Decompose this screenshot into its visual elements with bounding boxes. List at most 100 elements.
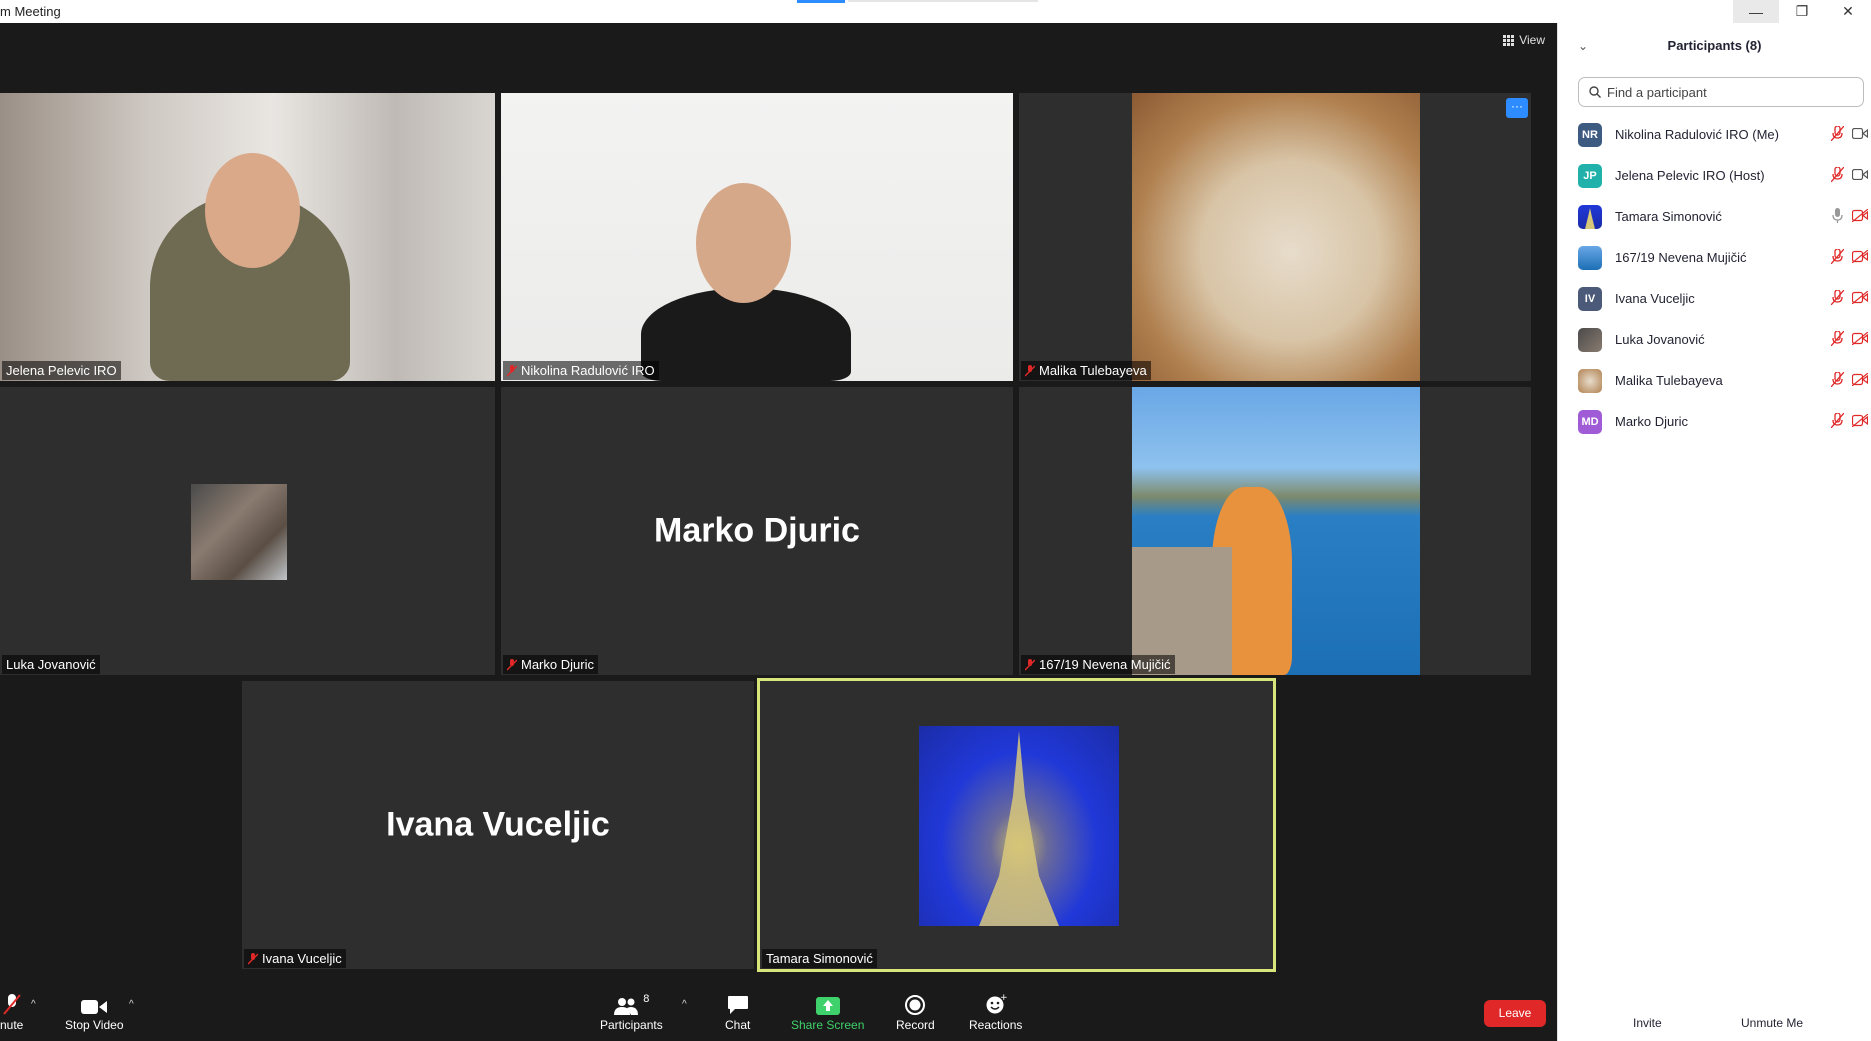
video-off-icon[interactable] — [1852, 250, 1868, 263]
video-tile-nevena[interactable]: 167/19 Nevena Mujičić — [1019, 387, 1531, 675]
participant-list: NR Nikolina Radulović IRO (Me) JP Jelena… — [1578, 114, 1868, 442]
view-label: View — [1519, 33, 1545, 47]
grid-icon — [1503, 34, 1515, 46]
unmute-label: nute — [0, 1018, 24, 1032]
mic-muted-icon[interactable] — [1831, 167, 1844, 182]
avatar: JP — [1578, 163, 1602, 188]
participant-display-name: Ivana Vuceljic — [386, 805, 610, 844]
avatar — [1578, 327, 1602, 352]
mic-muted-icon — [2, 994, 21, 1015]
video-tile-malika[interactable]: Malika Tulebayeva — [1019, 93, 1531, 381]
search-input[interactable] — [1607, 84, 1847, 100]
participant-row[interactable]: JP Jelena Pelevic IRO (Host) — [1578, 155, 1868, 196]
reaction-smiley-icon: + — [986, 993, 1007, 1014]
chat-button[interactable]: Chat — [725, 993, 750, 1032]
participant-row[interactable]: Malika Tulebayeva — [1578, 360, 1868, 401]
mic-icon[interactable] — [1831, 208, 1844, 223]
audio-options-caret[interactable]: ^ — [31, 999, 36, 1010]
tile-name-label: Marko Djuric — [503, 655, 598, 674]
participants-count: 8 — [643, 993, 650, 1005]
participants-options-caret[interactable]: ^ — [682, 999, 687, 1010]
tile-name-label: Malika Tulebayeva — [1021, 361, 1151, 380]
video-feed — [0, 93, 495, 381]
invite-button[interactable]: Invite — [1633, 1008, 1662, 1038]
avatar — [1578, 368, 1602, 393]
video-options-caret[interactable]: ^ — [129, 999, 134, 1010]
participant-name: Tamara Simonović — [1615, 209, 1722, 224]
record-label: Record — [896, 1018, 935, 1032]
mic-muted-icon[interactable] — [1831, 372, 1844, 387]
mic-muted-icon[interactable] — [1831, 331, 1844, 346]
profile-picture — [1132, 93, 1420, 381]
title-bar: m Meeting — ❐ ✕ — [0, 0, 1871, 23]
window-title: m Meeting — [0, 4, 61, 19]
tile-name-label: Luka Jovanović — [2, 655, 100, 674]
participant-row[interactable]: Tamara Simonović — [1578, 196, 1868, 237]
unmute-me-button[interactable]: Unmute Me — [1741, 1008, 1803, 1038]
share-screen-button[interactable]: Share Screen — [791, 993, 864, 1032]
mic-muted-icon[interactable] — [1831, 290, 1844, 305]
tab-indicator-track — [848, 0, 1038, 2]
tile-more-button[interactable]: ··· — [1506, 98, 1528, 118]
mic-muted-icon[interactable] — [1831, 413, 1844, 428]
video-camera-icon[interactable] — [1852, 128, 1868, 139]
person-head — [205, 153, 300, 268]
participant-search — [1578, 77, 1864, 107]
video-camera-icon[interactable] — [1852, 169, 1868, 180]
participant-name: Ivana Vuceljic — [1615, 291, 1695, 306]
participants-label: Participants — [600, 1018, 663, 1032]
video-camera-icon — [81, 1000, 108, 1014]
video-tile-jelena[interactable]: Jelena Pelevic IRO — [0, 93, 495, 381]
participant-row[interactable]: Luka Jovanović — [1578, 319, 1868, 360]
tile-name-label: Nikolina Radulović IRO — [503, 361, 659, 380]
participant-row[interactable]: NR Nikolina Radulović IRO (Me) — [1578, 114, 1868, 155]
tile-name-label: Tamara Simonović — [762, 949, 877, 968]
video-off-icon[interactable] — [1852, 209, 1868, 222]
close-button[interactable]: ✕ — [1825, 0, 1871, 23]
video-tile-marko[interactable]: Marko Djuric Marko Djuric — [501, 387, 1013, 675]
mic-muted-icon[interactable] — [1831, 249, 1844, 264]
video-off-icon[interactable] — [1852, 414, 1868, 427]
restore-button[interactable]: ❐ — [1779, 0, 1825, 23]
video-tile-ivana[interactable]: Ivana Vuceljic Ivana Vuceljic — [242, 681, 754, 969]
participant-row[interactable]: IV Ivana Vuceljic — [1578, 278, 1868, 319]
video-off-icon[interactable] — [1852, 373, 1868, 386]
stop-video-label: Stop Video — [65, 1018, 124, 1032]
avatar: IV — [1578, 286, 1602, 311]
mic-muted-icon — [507, 364, 517, 377]
participant-row[interactable]: 167/19 Nevena Mujičić — [1578, 237, 1868, 278]
avatar: NR — [1578, 122, 1602, 147]
leave-button[interactable]: Leave — [1484, 1000, 1546, 1027]
video-tile-luka[interactable]: Luka Jovanović — [0, 387, 495, 675]
participant-row[interactable]: MD Marko Djuric — [1578, 401, 1868, 442]
video-off-icon[interactable] — [1852, 332, 1868, 345]
unmute-button[interactable]: nute — [0, 993, 23, 1032]
mic-muted-icon — [507, 658, 517, 671]
view-button[interactable]: View — [1503, 33, 1545, 47]
participant-name: 167/19 Nevena Mujičić — [1615, 250, 1747, 265]
tile-name-label: Jelena Pelevic IRO — [2, 361, 121, 380]
mic-muted-icon — [1025, 658, 1035, 671]
participant-name: Malika Tulebayeva — [1615, 373, 1723, 388]
video-off-icon[interactable] — [1852, 291, 1868, 304]
reactions-label: Reactions — [969, 1018, 1023, 1032]
video-tile-tamara[interactable]: Tamara Simonović — [757, 678, 1276, 972]
profile-picture — [919, 726, 1119, 926]
person-head — [696, 183, 791, 303]
mic-muted-icon — [1025, 364, 1035, 377]
reactions-button[interactable]: + Reactions — [969, 993, 1022, 1032]
profile-picture — [1132, 387, 1420, 675]
avatar: MD — [1578, 409, 1602, 434]
record-icon — [905, 995, 926, 1015]
share-screen-icon — [815, 997, 840, 1015]
stop-video-button[interactable]: Stop Video — [65, 993, 124, 1032]
avatar — [1578, 245, 1602, 270]
record-button[interactable]: Record — [896, 993, 935, 1032]
participant-name: Nikolina Radulović IRO (Me) — [1615, 127, 1779, 142]
avatar — [1578, 204, 1602, 229]
participants-button[interactable]: 8 Participants — [600, 993, 663, 1032]
mic-muted-icon[interactable] — [1831, 126, 1844, 141]
video-tile-nikolina[interactable]: Nikolina Radulović IRO — [501, 93, 1013, 381]
minimize-button[interactable]: — — [1733, 0, 1779, 23]
panel-footer: Invite Unmute Me — [1558, 1008, 1871, 1038]
